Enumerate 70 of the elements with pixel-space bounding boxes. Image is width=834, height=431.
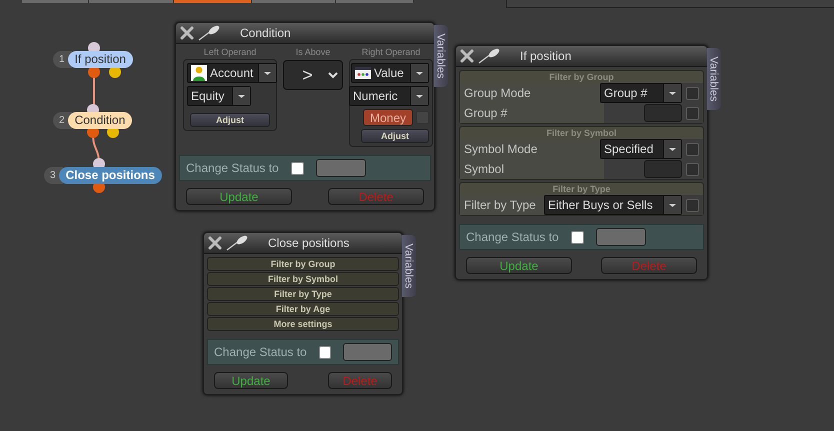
node-number: 3 xyxy=(44,167,63,184)
person-icon xyxy=(191,65,207,81)
source-select[interactable]: Value xyxy=(351,63,429,83)
checkbox[interactable] xyxy=(686,106,699,120)
operator-select[interactable]: > xyxy=(283,60,343,90)
flow-node[interactable]: Condition xyxy=(68,112,132,129)
section-heading: Filter by Group xyxy=(460,71,703,83)
status-input[interactable] xyxy=(343,343,392,361)
caret-icon xyxy=(410,64,428,82)
variables-tab[interactable]: Variables xyxy=(434,25,448,87)
checkbox[interactable] xyxy=(686,162,699,176)
section-heading: Filter by Type xyxy=(460,183,703,195)
source-select[interactable]: Account xyxy=(187,63,277,83)
node-number: 2 xyxy=(53,112,72,129)
adjust-button[interactable]: Adjust xyxy=(361,129,429,143)
field-label: Group Mode xyxy=(460,83,600,103)
section-button[interactable]: Filter by Symbol xyxy=(207,272,399,286)
window-title: Close positions xyxy=(268,236,350,250)
caret-icon xyxy=(410,87,428,105)
section-button[interactable]: More settings xyxy=(207,317,399,331)
close-icon[interactable] xyxy=(460,49,474,63)
adjust-button[interactable]: Adjust xyxy=(190,113,270,127)
mode-select[interactable]: Specified xyxy=(600,139,682,159)
checkbox[interactable] xyxy=(318,346,332,358)
status-input[interactable] xyxy=(316,159,366,177)
pin-icon[interactable] xyxy=(197,25,221,41)
close-icon[interactable] xyxy=(208,236,222,250)
column-heading: Right Operand xyxy=(360,47,422,57)
update-button[interactable]: Update xyxy=(186,188,292,205)
close-icon[interactable] xyxy=(180,26,194,40)
status-label: Change Status to xyxy=(186,161,279,175)
status-input[interactable] xyxy=(596,228,646,246)
chevron-icon xyxy=(328,72,338,78)
caret-icon xyxy=(232,87,250,105)
variables-tab[interactable]: Variables xyxy=(707,48,721,110)
flow-node[interactable]: Close positions xyxy=(58,167,162,184)
section-heading: Filter by Symbol xyxy=(460,127,703,139)
status-label: Change Status to xyxy=(466,230,559,244)
field-label: Group # xyxy=(460,103,604,123)
section-button[interactable]: Filter by Age xyxy=(207,302,399,316)
type-select[interactable]: Numeric xyxy=(349,86,429,106)
status-label: Change Status to xyxy=(214,345,307,359)
mode-select[interactable]: Either Buys or Sells xyxy=(544,195,682,215)
flow-node[interactable]: If position xyxy=(68,51,133,68)
window-title: If position xyxy=(520,49,572,63)
checkbox[interactable] xyxy=(290,162,304,174)
section-button[interactable]: Filter by Type xyxy=(207,287,399,301)
node-number: 1 xyxy=(53,51,72,68)
checkbox[interactable] xyxy=(686,198,699,212)
update-button[interactable]: Update xyxy=(214,372,288,389)
checkbox[interactable] xyxy=(686,86,699,100)
money-button[interactable]: Money xyxy=(363,109,413,126)
field-label: Symbol xyxy=(460,159,604,179)
pin-icon[interactable] xyxy=(225,235,249,251)
field-select[interactable]: Equity xyxy=(187,86,251,106)
section-button[interactable]: Filter by Group xyxy=(207,257,399,271)
checkbox[interactable] xyxy=(686,142,699,156)
update-button[interactable]: Update xyxy=(466,257,572,274)
text-input[interactable] xyxy=(644,160,682,178)
checkbox[interactable] xyxy=(570,230,584,244)
text-input[interactable] xyxy=(644,104,682,122)
mode-select[interactable]: Group # xyxy=(600,83,682,103)
field-label: Symbol Mode xyxy=(460,139,600,159)
column-heading: Left Operand xyxy=(202,47,258,57)
value-icon xyxy=(355,67,371,79)
pin-icon[interactable] xyxy=(477,48,501,64)
variables-tab[interactable]: Variables xyxy=(402,235,416,297)
column-heading: Is Above xyxy=(294,47,332,57)
field-label: Filter by Type xyxy=(460,195,544,215)
window-title: Condition xyxy=(240,26,291,40)
